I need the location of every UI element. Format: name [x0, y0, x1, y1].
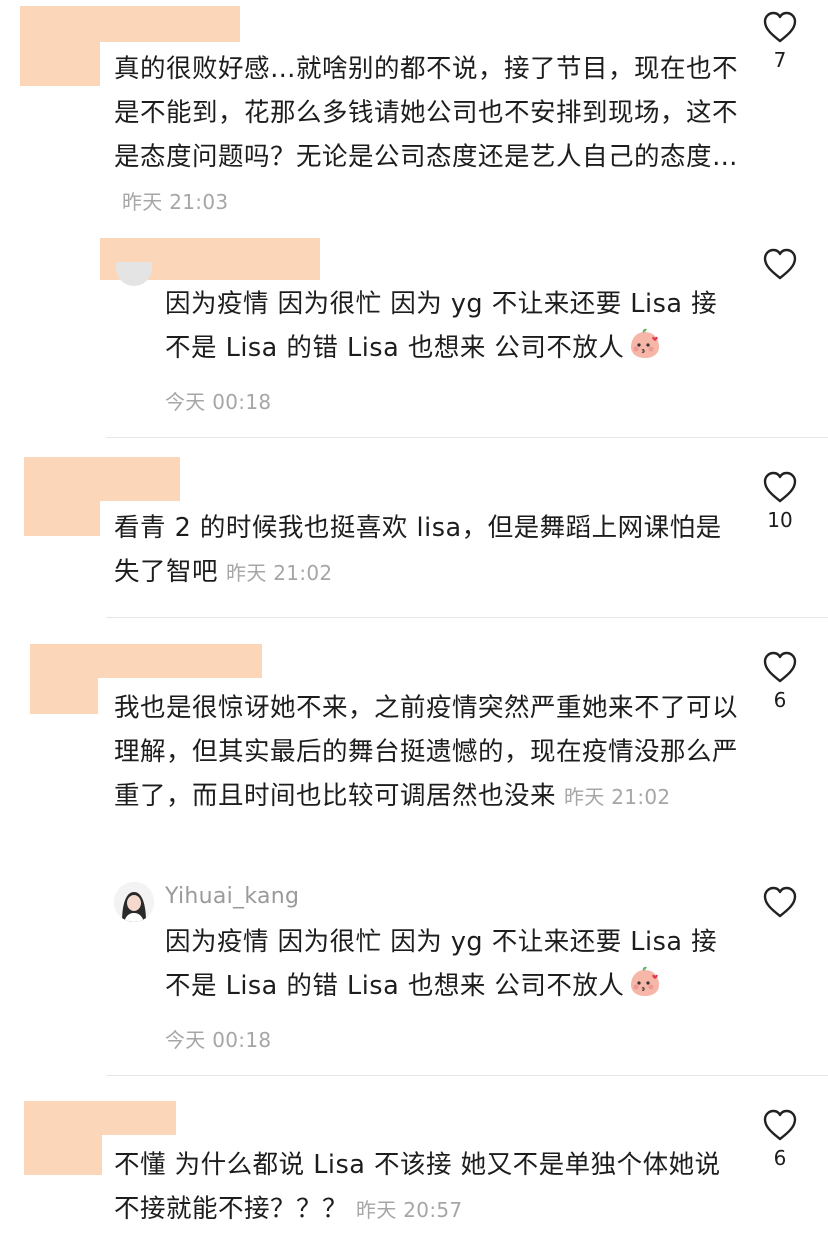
comment[interactable]: 真的很败好感…就啥别的都不说，接了节目，现在也不是不能到，花那么多钱请她公司也不… [114, 47, 744, 224]
comment-text: 真的很败好感…就啥别的都不说，接了节目，现在也不是不能到，花那么多钱请她公司也不… [114, 54, 739, 172]
reply-username[interactable]: Yihuai_kang [165, 884, 299, 909]
comment-text-block: 不懂 为什么都说 Lisa 不该接 她又不是单独个体她说不接就能不接？？？ 昨天 … [114, 1143, 744, 1232]
divider [106, 437, 828, 438]
redacted-avatar [24, 1135, 102, 1175]
kissing-peach-emoji [628, 328, 662, 374]
reply[interactable]: 因为疫情 因为很忙 因为 yg 不让来还要 Lisa 接 不是 Lisa 的错 … [165, 282, 745, 416]
heart-outline-icon [763, 471, 797, 503]
redacted-username [30, 644, 262, 678]
kissing-peach-emoji [628, 966, 662, 1012]
comment-text-block: 真的很败好感…就啥别的都不说，接了节目，现在也不是不能到，花那么多钱请她公司也不… [114, 47, 744, 224]
redacted-avatar [20, 42, 100, 86]
avatar-photo-icon [114, 882, 154, 922]
redacted-username [24, 457, 180, 501]
heart-outline-icon [763, 248, 797, 280]
like-button[interactable] [760, 885, 800, 919]
redacted-avatar [30, 678, 98, 714]
comment[interactable]: 不懂 为什么都说 Lisa 不该接 她又不是单独个体她说不接就能不接？？？ 昨天 … [114, 1143, 744, 1232]
reply-text-block: 因为疫情 因为很忙 因为 yg 不让来还要 Lisa 接 不是 Lisa 的错 … [165, 282, 745, 374]
like-button[interactable]: 6 [760, 1108, 800, 1170]
comment-text: 看青 2 的时候我也挺喜欢 lisa，但是舞蹈上网课怕是失了智吧 [114, 513, 722, 587]
reply-avatar[interactable] [116, 262, 152, 286]
redacted-username [20, 6, 240, 42]
reply-time: 今天 00:18 [165, 1028, 272, 1052]
comment-text-block: 看青 2 的时候我也挺喜欢 lisa，但是舞蹈上网课怕是失了智吧 昨天 21:02 [114, 506, 744, 595]
comment-time: 昨天 21:03 [122, 190, 229, 214]
like-button[interactable] [760, 247, 800, 281]
heart-outline-icon [763, 1109, 797, 1141]
like-count: 7 [773, 48, 787, 72]
comment[interactable]: 看青 2 的时候我也挺喜欢 lisa，但是舞蹈上网课怕是失了智吧 昨天 21:02 [114, 506, 744, 595]
reply-avatar[interactable] [114, 882, 154, 922]
like-count: 10 [767, 508, 793, 532]
redacted-username [24, 1101, 176, 1135]
like-button[interactable]: 10 [760, 470, 800, 532]
comment-text-block: 我也是很惊讶她不来，之前疫情突然严重她来不了可以理解，但其实最后的舞台挺遗憾的，… [114, 686, 744, 819]
comment-time: 昨天 21:02 [226, 561, 333, 585]
divider [106, 617, 828, 618]
like-button[interactable]: 6 [760, 650, 800, 712]
comment[interactable]: 我也是很惊讶她不来，之前疫情突然严重她来不了可以理解，但其实最后的舞台挺遗憾的，… [114, 686, 744, 819]
reply[interactable]: 因为疫情 因为很忙 因为 yg 不让来还要 Lisa 接 不是 Lisa 的错 … [165, 920, 745, 1054]
reply-text-block: 因为疫情 因为很忙 因为 yg 不让来还要 Lisa 接 不是 Lisa 的错 … [165, 920, 745, 1012]
heart-outline-icon [763, 651, 797, 683]
redacted-avatar [24, 500, 100, 536]
like-count: 6 [773, 688, 787, 712]
comment-time: 昨天 21:02 [564, 785, 671, 809]
like-button[interactable]: 7 [760, 10, 800, 72]
heart-outline-icon [763, 11, 797, 43]
comment-time: 昨天 20:57 [356, 1198, 463, 1222]
heart-outline-icon [763, 886, 797, 918]
reply-time: 今天 00:18 [165, 390, 272, 414]
like-count: 6 [773, 1146, 787, 1170]
divider [106, 1075, 828, 1076]
